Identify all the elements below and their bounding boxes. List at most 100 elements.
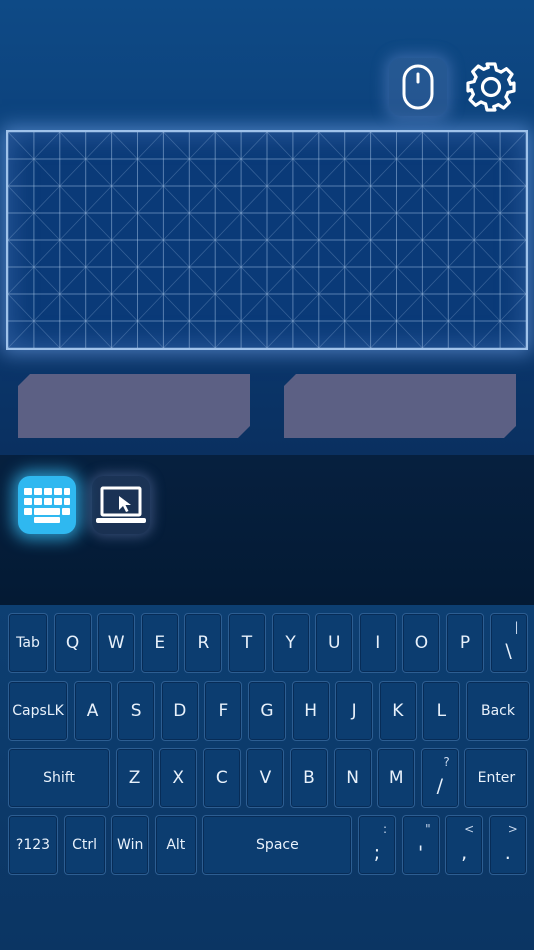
key-label: G xyxy=(260,701,274,721)
key-k[interactable]: K xyxy=(378,681,417,741)
key-label: Z xyxy=(128,768,141,788)
key-label: ; xyxy=(373,842,381,864)
key-enter[interactable]: Enter xyxy=(464,748,529,808)
key-space[interactable]: Space xyxy=(202,815,353,875)
key-c[interactable]: C xyxy=(202,748,241,808)
key-q[interactable]: Q xyxy=(53,613,92,673)
key-s[interactable]: S xyxy=(117,681,156,741)
key-a[interactable]: A xyxy=(73,681,112,741)
key-z[interactable]: Z xyxy=(115,748,154,808)
key-label: X xyxy=(172,768,185,788)
key-alt[interactable]: Alt xyxy=(154,815,197,875)
key-label: P xyxy=(459,633,471,653)
key-label: . xyxy=(504,842,511,864)
key-tab[interactable]: Tab xyxy=(8,613,48,673)
left-click-button[interactable] xyxy=(18,374,250,438)
key-j[interactable]: J xyxy=(335,681,374,741)
key-label: ' xyxy=(417,842,424,864)
laptop-cursor-icon xyxy=(96,486,146,523)
settings-button[interactable] xyxy=(462,58,520,116)
key-label: B xyxy=(303,768,315,788)
key-shift-label: " xyxy=(425,822,431,836)
key-label: Shift xyxy=(43,770,75,786)
key-label: Back xyxy=(481,703,515,719)
key-label: Ctrl xyxy=(72,837,98,853)
key-n[interactable]: N xyxy=(333,748,372,808)
key-sym6[interactable]: ' " xyxy=(401,815,440,875)
key-label: Q xyxy=(65,633,80,653)
touchpad-grid xyxy=(8,132,526,348)
key-label: CapsLK xyxy=(12,703,64,719)
mouse-icon xyxy=(402,64,434,110)
key-ctrl[interactable]: Ctrl xyxy=(63,815,106,875)
key-label: Alt xyxy=(166,837,186,853)
key-label: , xyxy=(461,842,468,864)
key-win[interactable]: Win xyxy=(111,815,150,875)
key-r[interactable]: R xyxy=(184,613,223,673)
key-shift-label: ? xyxy=(443,755,450,769)
key-w[interactable]: W xyxy=(97,613,136,673)
key-shift[interactable]: Shift xyxy=(8,748,110,808)
key-shift-label: | xyxy=(514,620,519,634)
gear-icon xyxy=(466,62,516,112)
key-f[interactable]: F xyxy=(204,681,243,741)
key-m[interactable]: M xyxy=(377,748,416,808)
key-t[interactable]: T xyxy=(228,613,266,673)
key-label: T xyxy=(241,633,253,653)
key-label: O xyxy=(414,633,429,653)
key-l[interactable]: L xyxy=(422,681,461,741)
key-d[interactable]: D xyxy=(160,681,199,741)
key-i[interactable]: I xyxy=(358,613,397,673)
key-label: Tab xyxy=(16,635,40,651)
key-label: N xyxy=(346,768,359,788)
key-label: V xyxy=(259,768,272,788)
key-e[interactable]: E xyxy=(140,613,179,673)
key-v[interactable]: V xyxy=(246,748,285,808)
key-label: \ xyxy=(505,640,512,662)
key-label: L xyxy=(436,701,447,721)
touchpad[interactable] xyxy=(6,130,528,350)
key-label: K xyxy=(392,701,404,721)
right-click-button[interactable] xyxy=(284,374,516,438)
key-label: S xyxy=(130,701,142,721)
key-y[interactable]: Y xyxy=(271,613,310,673)
key-label: W xyxy=(107,633,125,653)
key-sym5[interactable]: ;: xyxy=(358,815,396,875)
mouse-mode-button[interactable] xyxy=(389,58,447,116)
key-h[interactable]: H xyxy=(291,681,330,741)
keyboard-icon xyxy=(24,488,70,523)
key-capslk[interactable]: CapsLK xyxy=(8,681,68,741)
key-x[interactable]: X xyxy=(159,748,198,808)
screen-mode-button[interactable] xyxy=(92,476,150,534)
keyboard-mode-button[interactable] xyxy=(18,476,76,534)
key-p[interactable]: P xyxy=(446,613,484,673)
key-label: M xyxy=(388,768,404,788)
key-sym7[interactable]: , < xyxy=(445,815,484,875)
key-sym8[interactable]: . > xyxy=(488,815,527,875)
key-label: Enter xyxy=(477,770,516,786)
key-back[interactable]: Back xyxy=(466,681,530,741)
key-?123[interactable]: ?123 xyxy=(8,815,58,875)
key-o[interactable]: O xyxy=(402,613,441,673)
key-label: E xyxy=(154,633,166,653)
key-u[interactable]: U xyxy=(315,613,354,673)
key-b[interactable]: B xyxy=(290,748,328,808)
key-label: A xyxy=(86,701,99,721)
key-label: J xyxy=(351,701,357,721)
key-label: H xyxy=(304,701,317,721)
key-shift-label: : xyxy=(382,822,387,836)
key-g[interactable]: G xyxy=(248,681,286,741)
key-label: D xyxy=(173,701,187,721)
mode-bar xyxy=(0,455,534,605)
key-sym11[interactable]: \ | xyxy=(489,613,528,673)
key-label: / xyxy=(436,775,443,797)
key-label: Space xyxy=(256,837,299,853)
key-label: U xyxy=(327,633,341,653)
key-shift-label: < xyxy=(464,822,475,836)
key-label: I xyxy=(375,633,381,653)
key-label: C xyxy=(215,768,228,788)
key-sym8[interactable]: /? xyxy=(420,748,459,808)
key-label: Y xyxy=(285,633,296,653)
key-label: Win xyxy=(117,837,144,853)
key-label: F xyxy=(218,701,229,721)
